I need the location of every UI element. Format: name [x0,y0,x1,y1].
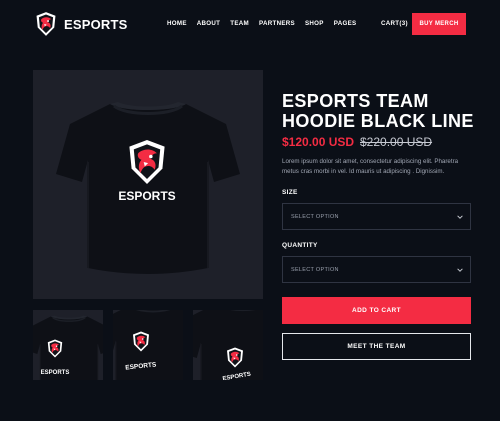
product-thumbnail-1[interactable]: ESPORTS [33,310,103,380]
thumbnail-print-text: ESPORTS [41,370,70,376]
product-thumbnail-2[interactable]: ESPORTS [113,310,183,380]
tshirt-thumbnail-image: ESPORTS [33,314,103,380]
product-main-image[interactable]: ESPORTS [33,70,263,299]
product-old-price: $220.00 USD [360,135,433,149]
product-title: ESPORTS TEAM HOODIE BLACK LINE [282,91,474,131]
chevron-down-icon [457,215,463,219]
product-description: Lorem ipsum dolor sit amet, consectetur … [282,158,459,175]
site-header: ESPORTS HOME ABOUT TEAM PARTNERS SHOP PA… [0,0,500,48]
main-nav: HOME ABOUT TEAM PARTNERS SHOP PAGES [167,20,356,27]
chevron-down-icon [457,268,463,272]
nav-item-partners[interactable]: PARTNERS [259,20,295,27]
quantity-label: QUANTITY [282,242,318,249]
meet-the-team-button[interactable]: MEET THE TEAM [282,333,471,360]
nav-item-pages[interactable]: PAGES [334,20,357,27]
nav-item-home[interactable]: HOME [167,20,187,27]
quantity-select-value: SELECT OPTION [291,266,339,273]
tshirt-thumbnail-image: ESPORTS [193,310,263,380]
nav-item-shop[interactable]: SHOP [305,20,324,27]
shirt-print-text: ESPORTS [118,189,175,203]
cart-link[interactable]: CART(3) [381,20,408,27]
product-thumbnail-3[interactable]: ESPORTS [193,310,263,380]
tshirt-front-image: ESPORTS [54,100,242,276]
add-to-cart-button[interactable]: ADD TO CART [282,297,471,324]
nav-item-about[interactable]: ABOUT [197,20,221,27]
brand-name[interactable]: ESPORTS [64,17,128,32]
size-label: SIZE [282,189,298,196]
nav-item-team[interactable]: TEAM [230,20,249,27]
size-select-value: SELECT OPTION [291,213,339,220]
buy-merch-button[interactable]: BUY MERCH [412,13,466,35]
dragon-shield-icon[interactable] [34,11,58,37]
tshirt-thumbnail-image: ESPORTS [113,310,183,380]
size-select[interactable]: SELECT OPTION [282,203,471,230]
product-price: $120.00 USD [282,135,355,149]
quantity-select[interactable]: SELECT OPTION [282,256,471,283]
